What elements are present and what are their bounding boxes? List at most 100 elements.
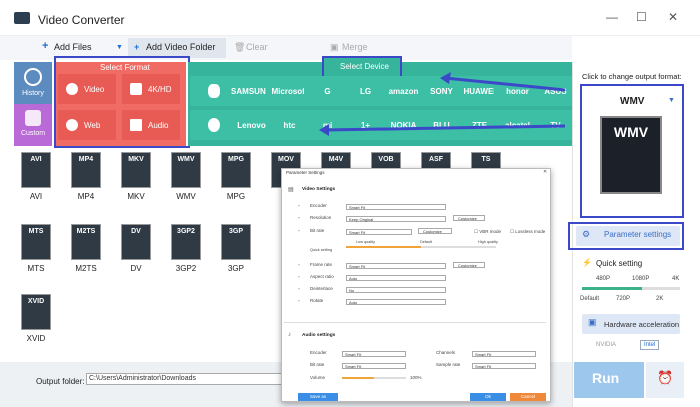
format-tile-xvid[interactable]: XVID XVID [14, 294, 58, 350]
video-setting-select[interactable]: Smart Fit [346, 204, 446, 210]
format-label: M2TS [75, 264, 97, 273]
add-files-button[interactable]: Add Files [54, 42, 92, 52]
cancel-button[interactable]: Cancel [510, 393, 546, 401]
res-2k: 2K [656, 296, 664, 302]
parameter-settings-label: Parameter settings [604, 230, 672, 239]
custom-tab-label: Custom [20, 130, 46, 137]
history-tab[interactable]: History [14, 62, 52, 104]
chip-icon: ▣ [588, 317, 597, 327]
close-button[interactable]: ✕ [668, 10, 678, 24]
format-tile-mpg[interactable]: MPG MPG [214, 152, 258, 208]
quality-slider-fill [582, 287, 642, 290]
format-tile-m2ts[interactable]: M2TS M2TS [64, 224, 108, 280]
format-tile-dv[interactable]: DV DV [114, 224, 158, 280]
plus-icon: + [42, 40, 49, 52]
audio-setting-select[interactable]: Smart Fit [342, 351, 406, 357]
quick-setting-icon: ⚡ [582, 258, 592, 267]
format-label: MP4 [77, 192, 95, 201]
format-label: WMV [176, 192, 196, 201]
ok-button[interactable]: Ok [470, 393, 506, 401]
save-as-button[interactable]: Save as [298, 393, 338, 401]
format-thumbnail: MTS [21, 224, 51, 260]
film-icon: ▤ [288, 187, 294, 193]
video-setting-select[interactable]: Smart Fit [346, 229, 412, 235]
format-label: 3GP2 [175, 264, 197, 273]
video-setting-select[interactable]: Auto [346, 275, 446, 281]
output-format-name: WMV [620, 96, 645, 107]
format-thumbnail: XVID [21, 294, 51, 330]
customize-resolution-button[interactable]: Customize [453, 215, 485, 221]
nvidia-option[interactable]: NVIDIA [596, 342, 616, 348]
high-quality-label: High quality [478, 240, 498, 244]
maximize-button[interactable]: ☐ [636, 10, 647, 24]
format-label: AVI [29, 192, 43, 201]
custom-tab[interactable]: Custom [14, 104, 52, 146]
add-video-folder-button[interactable]: Add Video Folder [146, 42, 215, 52]
format-label: DV [130, 264, 142, 273]
bitrate-quality-fill [346, 246, 421, 248]
video-setting-label: Bit rate [310, 228, 325, 233]
audio-setting-select[interactable]: Smart Fit [472, 363, 536, 369]
history-tab-label: History [22, 90, 44, 97]
res-1080p: 1080P [632, 276, 650, 282]
setting-row-icon: ▫ [298, 215, 300, 220]
format-tile-mts[interactable]: MTS MTS [14, 224, 58, 280]
dropdown-arrow-icon[interactable]: ▼ [116, 44, 123, 51]
format-thumbnail: M2TS [71, 224, 101, 260]
customize-framerate-button[interactable]: Customize [453, 262, 485, 268]
customize-bitrate-button[interactable]: Customize [418, 228, 452, 234]
format-tile-3gp[interactable]: 3GP 3GP [214, 224, 258, 280]
format-thumbnail: AVI [21, 152, 51, 188]
output-folder-input[interactable]: C:\Users\Administrator\Downloads [86, 373, 282, 385]
video-setting-label: Aspect ratio [310, 274, 334, 279]
format-label: XVID [26, 334, 46, 343]
quick-setting-label: Quick setting [596, 259, 643, 268]
format-thumbnail: MPG [221, 152, 251, 188]
folder-plus-icon: + [134, 42, 140, 52]
intel-option[interactable]: Intel [640, 340, 660, 350]
audio-setting-select[interactable]: Smart Fit [472, 351, 536, 357]
format-highlight-box [54, 56, 190, 148]
video-setting-select[interactable]: No [346, 287, 446, 293]
dialog-quick-setting-label: Quick setting [310, 248, 332, 252]
app-title: Video Converter [38, 13, 125, 27]
audio-setting-label: Channels [436, 350, 456, 355]
alarm-clock-icon: ⏰ [657, 370, 674, 385]
video-setting-select[interactable]: Auto [346, 299, 446, 305]
annotation-arrows [319, 72, 566, 136]
audio-setting-label: Encoder [310, 350, 327, 355]
video-setting-select[interactable]: Smart Fit [346, 263, 446, 269]
hardware-acceleration-label: Hardware acceleration [604, 320, 680, 329]
minimize-button[interactable]: — [606, 10, 618, 24]
setting-row-icon: ▫ [298, 228, 300, 233]
clear-button[interactable]: Clear [246, 42, 268, 52]
merge-button[interactable]: Merge [342, 42, 368, 52]
volume-value: 100% [410, 375, 422, 380]
video-setting-label: Resolution [310, 215, 332, 220]
dialog-title: Parameter Settings [286, 170, 325, 175]
format-tile-wmv[interactable]: WMV WMV [164, 152, 208, 208]
format-tile-mp4[interactable]: MP4 MP4 [64, 152, 108, 208]
video-settings-header: Video Settings [302, 187, 336, 192]
format-tile-mkv[interactable]: MKV MKV [114, 152, 158, 208]
trash-icon: 🗑 [234, 42, 246, 52]
res-720p: 720P [616, 296, 631, 302]
low-quality-label: Low quality [356, 240, 375, 244]
setting-row-icon: ▫ [298, 286, 300, 291]
res-4k: 4K [672, 276, 680, 282]
audio-setting-select[interactable]: Smart Fit [342, 363, 406, 369]
vbr-mode-label: VBR mode [479, 229, 502, 234]
lossless-mode-checkbox[interactable]: ☐ Lossless mode [510, 229, 545, 235]
format-tile-3gp2[interactable]: 3GP2 3GP2 [164, 224, 208, 280]
format-label: MKV [127, 192, 145, 201]
vbr-mode-checkbox[interactable]: ☐ VBR mode [474, 229, 501, 235]
format-tile-avi[interactable]: AVI AVI [14, 152, 58, 208]
format-thumbnail: WMV [171, 152, 201, 188]
video-setting-label: Encoder [310, 203, 327, 208]
format-dropdown-icon[interactable]: ▼ [668, 97, 675, 104]
dialog-close-icon[interactable]: ✕ [543, 169, 547, 175]
format-label: 3GP [227, 264, 244, 273]
format-label: MTS [27, 264, 45, 273]
video-setting-select[interactable]: Keep Original [346, 216, 446, 222]
lossless-mode-label: Lossless mode [515, 229, 546, 234]
